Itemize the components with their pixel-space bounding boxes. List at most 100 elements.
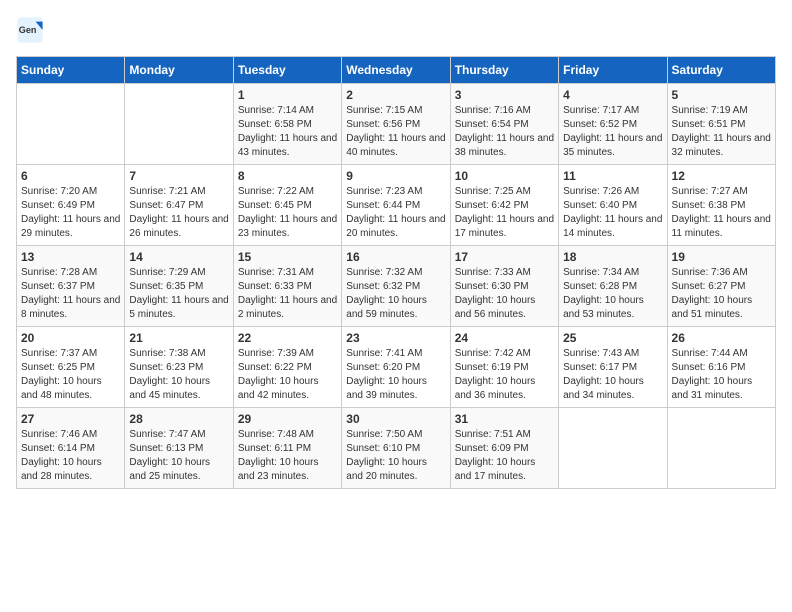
cell-content: Sunrise: 7:28 AM Sunset: 6:37 PM Dayligh… (21, 266, 120, 322)
day-number: 8 (238, 169, 337, 183)
calendar-cell: 20 Sunrise: 7:37 AM Sunset: 6:25 PM Dayli… (17, 327, 125, 408)
calendar-week-row: 20 Sunrise: 7:37 AM Sunset: 6:25 PM Dayli… (17, 327, 776, 408)
cell-content: Sunrise: 7:32 AM Sunset: 6:32 PM Dayligh… (346, 266, 445, 322)
calendar-cell: 7 Sunrise: 7:21 AM Sunset: 6:47 PM Daylig… (125, 165, 233, 246)
day-number: 21 (129, 331, 228, 345)
day-number: 1 (238, 88, 337, 102)
cell-content: Sunrise: 7:19 AM Sunset: 6:51 PM Dayligh… (672, 104, 771, 160)
calendar-week-row: 13 Sunrise: 7:28 AM Sunset: 6:37 PM Dayli… (17, 246, 776, 327)
day-number: 30 (346, 412, 445, 426)
day-number: 14 (129, 250, 228, 264)
day-number: 26 (672, 331, 771, 345)
calendar-week-row: 1Sunrise: 7:14 AM Sunset: 6:58 PM Daylig… (17, 84, 776, 165)
cell-content: Sunrise: 7:37 AM Sunset: 6:25 PM Dayligh… (21, 347, 120, 403)
cell-content: Sunrise: 7:50 AM Sunset: 6:10 PM Dayligh… (346, 428, 445, 484)
calendar-cell: 13 Sunrise: 7:28 AM Sunset: 6:37 PM Dayli… (17, 246, 125, 327)
day-number: 28 (129, 412, 228, 426)
day-number: 3 (455, 88, 554, 102)
cell-content: Sunrise: 7:23 AM Sunset: 6:44 PM Dayligh… (346, 185, 445, 241)
calendar-cell: 4 Sunrise: 7:17 AM Sunset: 6:52 PM Daylig… (559, 84, 667, 165)
day-number: 12 (672, 169, 771, 183)
column-header-wednesday: Wednesday (342, 57, 450, 84)
page-header: Gen (16, 16, 776, 44)
day-number: 18 (563, 250, 662, 264)
day-number: 25 (563, 331, 662, 345)
calendar-cell: 18 Sunrise: 7:34 AM Sunset: 6:28 PM Dayli… (559, 246, 667, 327)
calendar-cell: 5 Sunrise: 7:19 AM Sunset: 6:51 PM Daylig… (667, 84, 775, 165)
cell-content: Sunrise: 7:22 AM Sunset: 6:45 PM Dayligh… (238, 185, 337, 241)
cell-content: Sunrise: 7:26 AM Sunset: 6:40 PM Dayligh… (563, 185, 662, 241)
day-number: 13 (21, 250, 120, 264)
calendar-cell: 11 Sunrise: 7:26 AM Sunset: 6:40 PM Dayli… (559, 165, 667, 246)
cell-content: Sunrise: 7:15 AM Sunset: 6:56 PM Dayligh… (346, 104, 445, 160)
cell-content: Sunrise: 7:43 AM Sunset: 6:17 PM Dayligh… (563, 347, 662, 403)
cell-content: Sunrise: 7:21 AM Sunset: 6:47 PM Dayligh… (129, 185, 228, 241)
cell-content: Sunrise: 7:38 AM Sunset: 6:23 PM Dayligh… (129, 347, 228, 403)
day-number: 27 (21, 412, 120, 426)
calendar-cell: 31 Sunrise: 7:51 AM Sunset: 6:09 PM Dayli… (450, 408, 558, 489)
cell-content: Sunrise: 7:25 AM Sunset: 6:42 PM Dayligh… (455, 185, 554, 241)
day-number: 17 (455, 250, 554, 264)
cell-content: Sunrise: 7:39 AM Sunset: 6:22 PM Dayligh… (238, 347, 337, 403)
column-header-tuesday: Tuesday (233, 57, 341, 84)
calendar-header-row: SundayMondayTuesdayWednesdayThursdayFrid… (17, 57, 776, 84)
cell-content: Sunrise: 7:16 AM Sunset: 6:54 PM Dayligh… (455, 104, 554, 160)
cell-content: Sunrise: 7:42 AM Sunset: 6:19 PM Dayligh… (455, 347, 554, 403)
calendar-cell: 25 Sunrise: 7:43 AM Sunset: 6:17 PM Dayli… (559, 327, 667, 408)
calendar-cell: 6 Sunrise: 7:20 AM Sunset: 6:49 PM Daylig… (17, 165, 125, 246)
calendar-cell: 27 Sunrise: 7:46 AM Sunset: 6:14 PM Dayli… (17, 408, 125, 489)
cell-content: Sunrise: 7:17 AM Sunset: 6:52 PM Dayligh… (563, 104, 662, 160)
column-header-friday: Friday (559, 57, 667, 84)
cell-content: Sunrise: 7:29 AM Sunset: 6:35 PM Dayligh… (129, 266, 228, 322)
calendar-cell: 9 Sunrise: 7:23 AM Sunset: 6:44 PM Daylig… (342, 165, 450, 246)
calendar-cell (667, 408, 775, 489)
day-number: 9 (346, 169, 445, 183)
calendar-cell: 1Sunrise: 7:14 AM Sunset: 6:58 PM Daylig… (233, 84, 341, 165)
cell-content: Sunrise: 7:48 AM Sunset: 6:11 PM Dayligh… (238, 428, 337, 484)
calendar-cell: 26 Sunrise: 7:44 AM Sunset: 6:16 PM Dayli… (667, 327, 775, 408)
column-header-monday: Monday (125, 57, 233, 84)
calendar-table: SundayMondayTuesdayWednesdayThursdayFrid… (16, 56, 776, 489)
day-number: 24 (455, 331, 554, 345)
calendar-cell (125, 84, 233, 165)
day-number: 7 (129, 169, 228, 183)
logo-icon: Gen (16, 16, 44, 44)
day-number: 4 (563, 88, 662, 102)
day-number: 5 (672, 88, 771, 102)
day-number: 22 (238, 331, 337, 345)
svg-text:Gen: Gen (19, 25, 37, 35)
day-number: 15 (238, 250, 337, 264)
cell-content: Sunrise: 7:47 AM Sunset: 6:13 PM Dayligh… (129, 428, 228, 484)
logo: Gen (16, 16, 48, 44)
calendar-cell: 14 Sunrise: 7:29 AM Sunset: 6:35 PM Dayli… (125, 246, 233, 327)
column-header-saturday: Saturday (667, 57, 775, 84)
cell-content: Sunrise: 7:27 AM Sunset: 6:38 PM Dayligh… (672, 185, 771, 241)
cell-content: Sunrise: 7:44 AM Sunset: 6:16 PM Dayligh… (672, 347, 771, 403)
calendar-week-row: 27 Sunrise: 7:46 AM Sunset: 6:14 PM Dayli… (17, 408, 776, 489)
day-number: 6 (21, 169, 120, 183)
day-number: 20 (21, 331, 120, 345)
calendar-cell: 15 Sunrise: 7:31 AM Sunset: 6:33 PM Dayli… (233, 246, 341, 327)
calendar-cell: 19Sunrise: 7:36 AM Sunset: 6:27 PM Dayli… (667, 246, 775, 327)
cell-content: Sunrise: 7:46 AM Sunset: 6:14 PM Dayligh… (21, 428, 120, 484)
cell-content: Sunrise: 7:34 AM Sunset: 6:28 PM Dayligh… (563, 266, 662, 322)
calendar-cell (17, 84, 125, 165)
calendar-cell: 17Sunrise: 7:33 AM Sunset: 6:30 PM Dayli… (450, 246, 558, 327)
calendar-cell: 8 Sunrise: 7:22 AM Sunset: 6:45 PM Daylig… (233, 165, 341, 246)
cell-content: Sunrise: 7:31 AM Sunset: 6:33 PM Dayligh… (238, 266, 337, 322)
cell-content: Sunrise: 7:51 AM Sunset: 6:09 PM Dayligh… (455, 428, 554, 484)
day-number: 16 (346, 250, 445, 264)
calendar-cell: 30 Sunrise: 7:50 AM Sunset: 6:10 PM Dayli… (342, 408, 450, 489)
day-number: 11 (563, 169, 662, 183)
day-number: 23 (346, 331, 445, 345)
day-number: 31 (455, 412, 554, 426)
day-number: 2 (346, 88, 445, 102)
cell-content: Sunrise: 7:20 AM Sunset: 6:49 PM Dayligh… (21, 185, 120, 241)
calendar-cell: 21 Sunrise: 7:38 AM Sunset: 6:23 PM Dayli… (125, 327, 233, 408)
cell-content: Sunrise: 7:36 AM Sunset: 6:27 PM Dayligh… (672, 266, 771, 322)
day-number: 29 (238, 412, 337, 426)
column-header-sunday: Sunday (17, 57, 125, 84)
calendar-week-row: 6 Sunrise: 7:20 AM Sunset: 6:49 PM Daylig… (17, 165, 776, 246)
calendar-cell: 16 Sunrise: 7:32 AM Sunset: 6:32 PM Dayli… (342, 246, 450, 327)
calendar-cell: 2 Sunrise: 7:15 AM Sunset: 6:56 PM Daylig… (342, 84, 450, 165)
